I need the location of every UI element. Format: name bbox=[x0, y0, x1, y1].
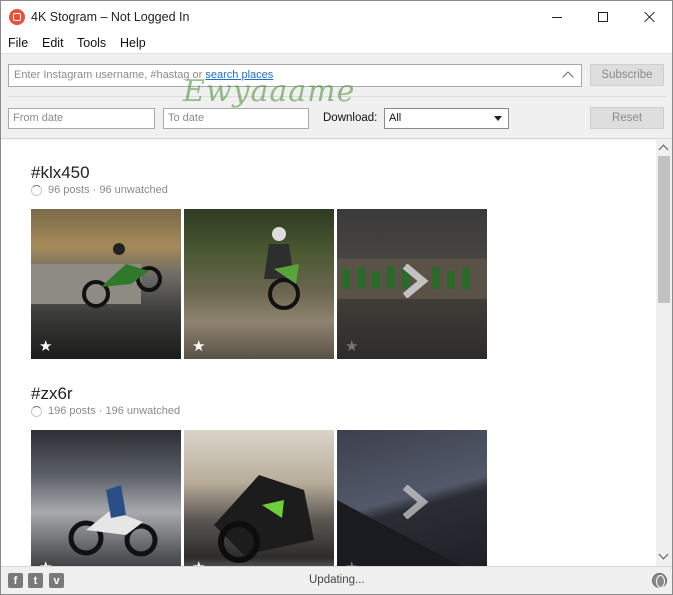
feed-meta: 196 posts · 196 unwatched bbox=[31, 405, 180, 417]
app-window: 4K Stogram – Not Logged In File Edit Too… bbox=[0, 0, 673, 595]
twitter-icon[interactable]: t bbox=[28, 573, 43, 588]
vertical-scrollbar[interactable] bbox=[656, 140, 672, 566]
stunt-bike-photo bbox=[68, 485, 158, 557]
post-thumbnail[interactable]: ★ bbox=[184, 209, 334, 359]
post-thumbnail[interactable]: ★ bbox=[184, 430, 334, 566]
close-icon bbox=[643, 11, 655, 23]
search-input[interactable]: Enter Instagram username, #hastag or sea… bbox=[8, 64, 582, 87]
to-date-input[interactable]: To date bbox=[163, 108, 309, 129]
from-date-placeholder: From date bbox=[13, 112, 64, 124]
globe-icon[interactable] bbox=[652, 573, 667, 588]
subscribe-button[interactable]: Subscribe bbox=[590, 64, 664, 86]
feed-unwatched-count: 96 unwatched bbox=[99, 184, 168, 196]
feed-list: #klx450 96 posts · 96 unwatched ★ ★ ★ #z… bbox=[1, 140, 656, 566]
star-icon[interactable]: ★ bbox=[192, 337, 205, 355]
star-icon[interactable]: ★ bbox=[345, 337, 358, 355]
motorbike-photo bbox=[31, 243, 162, 308]
star-icon[interactable]: ★ bbox=[39, 337, 52, 355]
status-bar: f t v Updating... bbox=[1, 566, 672, 594]
to-date-placeholder: To date bbox=[168, 112, 205, 124]
chevron-right-icon[interactable] bbox=[397, 264, 431, 298]
vimeo-icon[interactable]: v bbox=[49, 573, 64, 588]
toolbar: Enter Instagram username, #hastag or sea… bbox=[1, 53, 672, 139]
minimize-button[interactable] bbox=[534, 1, 580, 33]
post-thumbnail[interactable]: ★ bbox=[31, 430, 181, 566]
spinner-icon bbox=[31, 184, 42, 196]
thumbnail-row: ★ ★ ★ bbox=[31, 430, 487, 566]
scroll-down-icon[interactable] bbox=[658, 549, 669, 560]
dropdown-arrow-icon bbox=[494, 116, 502, 121]
menu-help[interactable]: Help bbox=[120, 36, 146, 50]
chevron-up-icon[interactable] bbox=[562, 71, 574, 83]
maximize-icon bbox=[598, 12, 608, 22]
download-select[interactable]: All bbox=[384, 108, 509, 129]
feed-posts-count: 96 posts bbox=[48, 184, 90, 196]
search-placeholder: Enter Instagram username, #hastag or sea… bbox=[14, 69, 274, 81]
feed-posts-count: 196 posts bbox=[48, 405, 96, 417]
reset-button[interactable]: Reset bbox=[590, 107, 664, 129]
menu-file[interactable]: File bbox=[8, 36, 28, 50]
feed-unwatched-count: 196 unwatched bbox=[105, 405, 181, 417]
dirtbike-photo bbox=[264, 227, 300, 310]
sportbike-photo bbox=[214, 475, 314, 563]
post-thumbnail[interactable]: ★ bbox=[337, 209, 487, 359]
menu-bar: File Edit Tools Help bbox=[1, 33, 672, 53]
chevron-right-icon[interactable] bbox=[397, 485, 431, 519]
thumbnail-row: ★ ★ ★ bbox=[31, 209, 487, 359]
post-thumbnail[interactable]: ★ bbox=[31, 209, 181, 359]
star-icon[interactable]: ★ bbox=[192, 558, 205, 566]
star-icon[interactable]: ★ bbox=[345, 558, 358, 566]
search-places-link[interactable]: search places bbox=[205, 69, 273, 81]
window-title: 4K Stogram – Not Logged In bbox=[31, 10, 190, 24]
maximize-button[interactable] bbox=[580, 1, 626, 33]
scroll-thumb[interactable] bbox=[658, 156, 670, 303]
feed-title[interactable]: #klx450 bbox=[31, 163, 90, 183]
spinner-icon bbox=[31, 405, 42, 417]
status-text: Updating... bbox=[309, 574, 365, 586]
download-select-value: All bbox=[389, 112, 402, 124]
menu-tools[interactable]: Tools bbox=[77, 36, 106, 50]
toolbar-divider bbox=[8, 96, 665, 97]
scroll-up-icon[interactable] bbox=[658, 144, 669, 155]
download-label: Download: bbox=[323, 112, 378, 124]
minimize-icon bbox=[552, 16, 562, 18]
feed-title[interactable]: #zx6r bbox=[31, 384, 73, 404]
menu-edit[interactable]: Edit bbox=[42, 36, 64, 50]
app-logo-icon bbox=[9, 9, 25, 25]
from-date-input[interactable]: From date bbox=[8, 108, 155, 129]
title-bar: 4K Stogram – Not Logged In bbox=[1, 1, 672, 33]
facebook-icon[interactable]: f bbox=[8, 573, 23, 588]
feed-meta: 96 posts · 96 unwatched bbox=[31, 184, 168, 196]
close-button[interactable] bbox=[626, 1, 672, 33]
star-icon[interactable]: ★ bbox=[39, 558, 52, 566]
post-thumbnail[interactable]: ★ bbox=[337, 430, 487, 566]
